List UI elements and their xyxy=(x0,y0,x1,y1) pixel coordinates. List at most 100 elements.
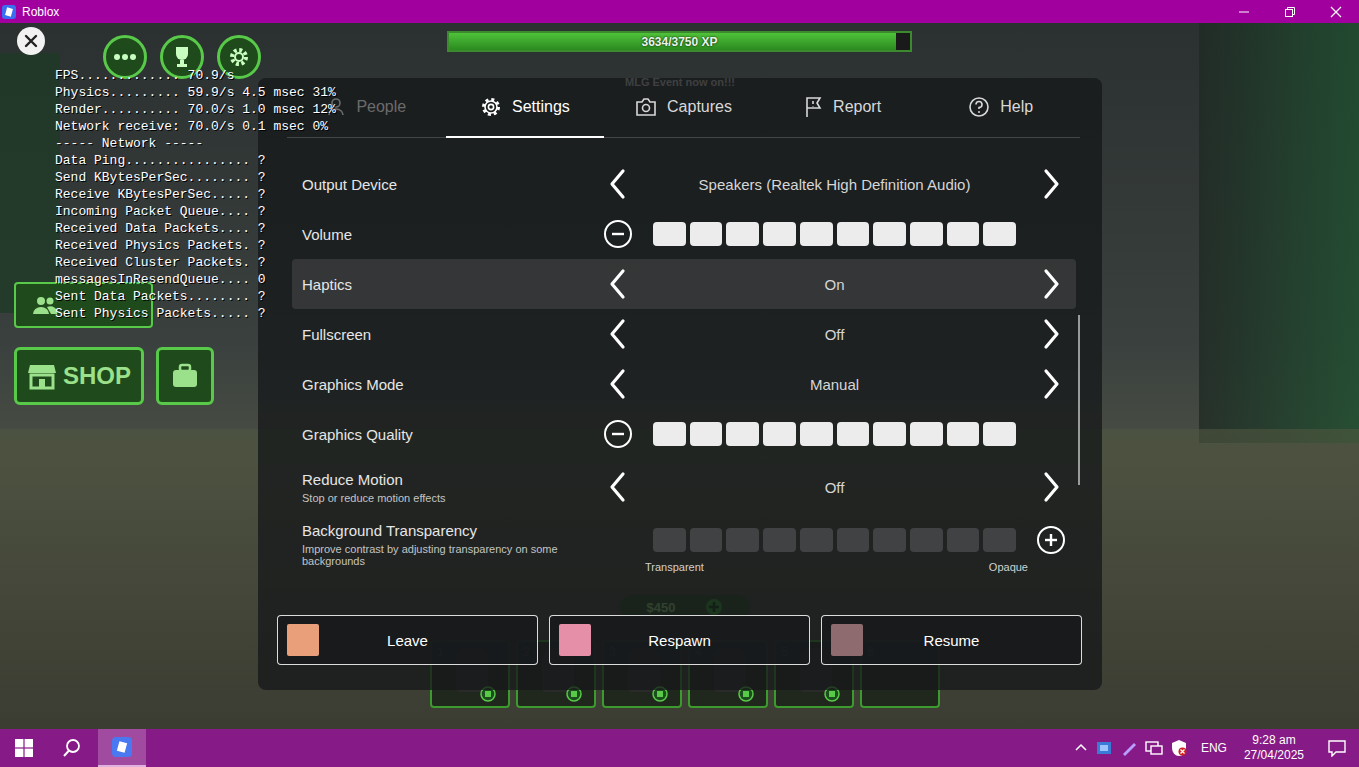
setting-label: Haptics xyxy=(302,276,583,293)
setting-row[interactable]: Volume xyxy=(292,209,1076,259)
slider-segment[interactable] xyxy=(800,422,833,446)
chevron-right-icon xyxy=(1040,168,1062,200)
menu-tab[interactable]: Captures xyxy=(604,78,763,138)
slider-segment[interactable] xyxy=(983,528,1016,552)
chevron-right-icon xyxy=(1040,318,1062,350)
menu-tab[interactable]: Report xyxy=(763,78,922,138)
slider-segment[interactable] xyxy=(837,222,870,246)
slider-segment[interactable] xyxy=(947,528,980,552)
shop-button[interactable]: SHOP xyxy=(14,347,144,405)
previous-button[interactable] xyxy=(593,266,643,302)
input-language[interactable]: ENG xyxy=(1201,741,1227,755)
slider-segment[interactable] xyxy=(653,222,686,246)
previous-button[interactable] xyxy=(593,366,643,402)
stat-line: Incoming Packet Queue.... ? xyxy=(55,203,336,220)
slider-segment[interactable] xyxy=(763,528,796,552)
slider-segment[interactable] xyxy=(653,528,686,552)
setting-row[interactable]: Graphics Mode Manual xyxy=(292,359,1076,409)
minimize-button[interactable] xyxy=(1221,0,1267,23)
inventory-button[interactable] xyxy=(156,347,214,405)
slider-segment[interactable] xyxy=(837,528,870,552)
slider-segment[interactable] xyxy=(726,222,759,246)
next-button[interactable] xyxy=(1026,469,1076,505)
search-button[interactable] xyxy=(48,729,96,767)
slider[interactable] xyxy=(643,422,1026,446)
slider-segment[interactable] xyxy=(800,528,833,552)
clock-time: 9:28 am xyxy=(1252,733,1295,748)
setting-row[interactable]: Output Device Speakers (Realtek High Def… xyxy=(292,159,1076,209)
slider-segment[interactable] xyxy=(837,422,870,446)
previous-button[interactable] xyxy=(593,469,643,505)
maximize-button[interactable] xyxy=(1267,0,1313,23)
slider-segment[interactable] xyxy=(763,222,796,246)
game-viewport[interactable]: 3634/3750 XP MLG Event now on!!! SHOP $4… xyxy=(0,23,1359,729)
slider-segment[interactable] xyxy=(983,222,1016,246)
slider[interactable]: Transparent Opaque xyxy=(643,522,1026,573)
slider-segment[interactable] xyxy=(947,222,980,246)
app-tray-icon[interactable] xyxy=(1095,740,1113,756)
minus-icon[interactable] xyxy=(603,219,633,249)
next-button[interactable] xyxy=(1026,316,1076,352)
roblox-taskbar-button[interactable] xyxy=(98,729,146,767)
slider-segment[interactable] xyxy=(910,222,943,246)
tab-label: Report xyxy=(833,98,881,116)
slider-segment[interactable] xyxy=(690,422,723,446)
slider-segment[interactable] xyxy=(873,422,906,446)
setting-row[interactable]: Reduce Motion Stop or reduce motion effe… xyxy=(292,459,1076,515)
action-button[interactable]: Resume xyxy=(821,615,1082,665)
clock[interactable]: 9:28 am 27/04/2025 xyxy=(1240,733,1308,763)
trophy-icon xyxy=(171,45,193,69)
setting-label-group: Fullscreen xyxy=(292,326,593,343)
minus-icon[interactable] xyxy=(603,419,633,449)
notifications-button[interactable] xyxy=(1315,729,1359,767)
close-menu-button[interactable] xyxy=(17,27,45,55)
network-icon[interactable] xyxy=(1145,740,1163,756)
setting-row[interactable]: Background Transparency Improve contrast… xyxy=(292,515,1076,591)
previous-button[interactable] xyxy=(593,316,643,352)
slider-segment[interactable] xyxy=(690,222,723,246)
people-button[interactable] xyxy=(14,282,153,328)
setting-label-group: Volume xyxy=(292,226,593,243)
chevron-up-icon[interactable] xyxy=(1074,741,1088,755)
setting-row[interactable]: Graphics Quality xyxy=(292,409,1076,459)
setting-description: Improve contrast by adjusting transparen… xyxy=(302,543,583,567)
action-button[interactable]: Leave xyxy=(277,615,538,665)
next-button[interactable] xyxy=(1026,166,1076,202)
slider-segment[interactable] xyxy=(800,222,833,246)
chevron-right-icon xyxy=(1040,368,1062,400)
stat-line: ----- Network ----- xyxy=(55,135,336,152)
slider-segment[interactable] xyxy=(726,422,759,446)
slider-segment[interactable] xyxy=(690,528,723,552)
action-button[interactable]: Respawn xyxy=(549,615,810,665)
slider[interactable] xyxy=(643,222,1026,246)
slider-segment[interactable] xyxy=(763,422,796,446)
slider-segment[interactable] xyxy=(873,528,906,552)
menu-tab[interactable]: Settings xyxy=(446,78,605,138)
slider-track[interactable] xyxy=(653,528,1016,552)
security-icon[interactable] xyxy=(1170,739,1188,757)
setting-row[interactable]: Haptics On xyxy=(292,259,1076,309)
scene-wall xyxy=(1199,23,1359,443)
slider-segment[interactable] xyxy=(983,422,1016,446)
slider-track[interactable] xyxy=(653,422,1016,446)
slider-segment[interactable] xyxy=(653,422,686,446)
start-button[interactable] xyxy=(0,729,48,767)
menu-tab[interactable]: Help xyxy=(921,78,1080,138)
previous-button[interactable] xyxy=(593,166,643,202)
setting-label: Output Device xyxy=(302,176,583,193)
slider-segment[interactable] xyxy=(910,422,943,446)
close-window-button[interactable] xyxy=(1313,0,1359,23)
slider-segment[interactable] xyxy=(726,528,759,552)
setting-row[interactable]: Fullscreen Off xyxy=(292,309,1076,359)
next-button[interactable] xyxy=(1026,366,1076,402)
chevron-right-icon xyxy=(1040,268,1062,300)
next-button[interactable] xyxy=(1026,266,1076,302)
plus-icon[interactable] xyxy=(1036,525,1066,555)
scrollbar[interactable] xyxy=(1078,315,1080,485)
slider-segment[interactable] xyxy=(873,222,906,246)
slider-track[interactable] xyxy=(653,222,1016,246)
slider-segment[interactable] xyxy=(910,528,943,552)
pen-icon[interactable] xyxy=(1120,740,1138,756)
slider-segment[interactable] xyxy=(947,422,980,446)
increase-slot xyxy=(1026,416,1076,452)
